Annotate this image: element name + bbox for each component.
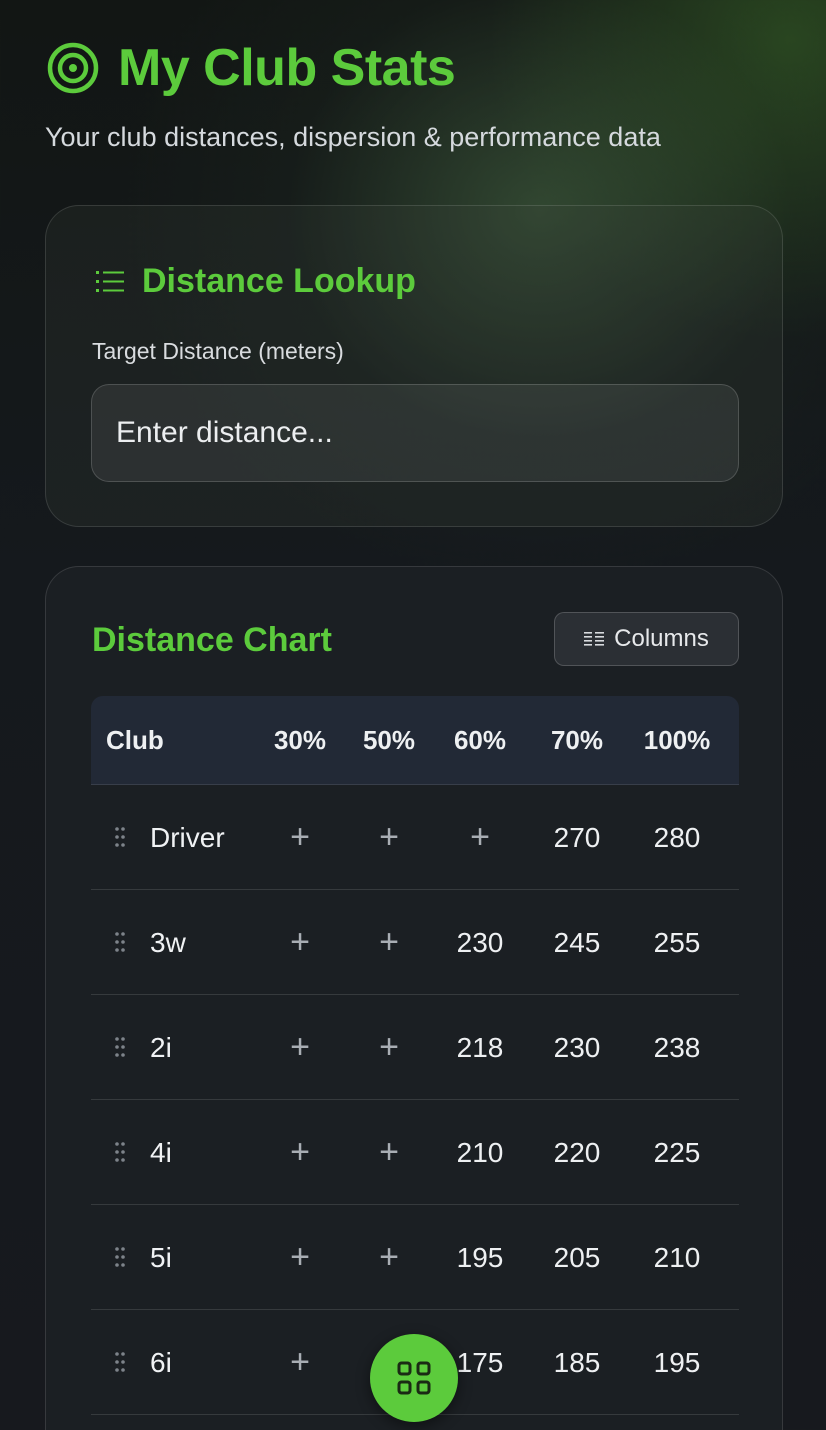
distance-cell-100[interactable]: 280	[631, 785, 723, 890]
columns-button-label: Columns	[614, 625, 709, 652]
drag-handle-icon[interactable]	[115, 931, 125, 953]
distance-cell-60[interactable]: 230	[437, 890, 523, 995]
distance-cell-70[interactable]: 205	[534, 1205, 620, 1310]
add-distance-cell-30[interactable]: +	[259, 785, 341, 890]
add-distance-cell-30[interactable]: +	[259, 995, 341, 1100]
add-distance-cell-50[interactable]: +	[348, 890, 430, 995]
table-row[interactable]: 5i + +195 205 210	[91, 1205, 739, 1310]
club-name: 4i	[150, 1137, 172, 1168]
distance-cell-100[interactable]: 255	[631, 890, 723, 995]
club-name: 5i	[150, 1242, 172, 1273]
column-header-100[interactable]: 100%	[631, 696, 723, 785]
chart-title: Distance Chart	[92, 621, 332, 659]
table-row[interactable]: 2i + +218 230 238	[91, 995, 739, 1100]
table-row[interactable]: 4i + +210 220 225	[91, 1100, 739, 1205]
club-name: Driver	[150, 822, 225, 853]
target-distance-input[interactable]	[91, 384, 739, 482]
add-distance-cell-30[interactable]: +	[259, 1205, 341, 1310]
distance-cell-100[interactable]: 238	[631, 995, 723, 1100]
add-distance-cell-60[interactable]: +	[437, 785, 523, 890]
distance-cell-70[interactable]: 230	[534, 995, 620, 1100]
distance-lookup-card: Distance Lookup Target Distance (meters)	[45, 205, 783, 527]
columns-button[interactable]: Columns	[554, 612, 739, 666]
add-distance-cell-30[interactable]: +	[259, 890, 341, 995]
page-header: My Club Stats	[46, 38, 456, 98]
distance-table: Club 30% 50% 60% 70% 100% Driver + + +270 28…	[91, 696, 739, 1415]
distance-cell-60[interactable]: 210	[437, 1100, 523, 1205]
target-icon	[47, 42, 99, 94]
column-header-30[interactable]: 30%	[259, 696, 341, 785]
club-name: 3w	[150, 927, 186, 958]
distance-cell-100[interactable]: 210	[631, 1205, 723, 1310]
drag-handle-icon[interactable]	[115, 1141, 125, 1163]
distance-cell-70[interactable]: 185	[534, 1310, 620, 1415]
club-name: 2i	[150, 1032, 172, 1063]
drag-handle-icon[interactable]	[115, 1036, 125, 1058]
distance-cell-70[interactable]: 245	[534, 890, 620, 995]
add-distance-cell-50[interactable]: +	[348, 1205, 430, 1310]
column-header-50[interactable]: 50%	[348, 696, 430, 785]
add-distance-cell-50[interactable]: +	[348, 1100, 430, 1205]
column-header-60[interactable]: 60%	[437, 696, 523, 785]
add-distance-cell-50[interactable]: +	[348, 995, 430, 1100]
grid-menu-icon	[397, 1361, 431, 1395]
lookup-title: Distance Lookup	[142, 262, 416, 300]
distance-cell-70[interactable]: 220	[534, 1100, 620, 1205]
grid-menu-button[interactable]	[370, 1334, 458, 1422]
target-distance-label: Target Distance (meters)	[92, 338, 344, 364]
table-header: Club 30% 50% 60% 70% 100%	[91, 696, 739, 785]
drag-handle-icon[interactable]	[115, 1246, 125, 1268]
table-row[interactable]: Driver + + +270 280	[91, 785, 739, 890]
list-icon	[96, 270, 124, 292]
drag-handle-icon[interactable]	[115, 1351, 125, 1373]
distance-chart-card: Distance Chart Columns Club 30% 50% 60% …	[45, 566, 783, 1430]
add-distance-cell-30[interactable]: +	[259, 1310, 341, 1415]
table-body: Driver + + +270 280 3w + +230 245 255 2i + +218 230 23…	[91, 785, 739, 1415]
table-row[interactable]: 3w + +230 245 255	[91, 890, 739, 995]
page-title: My Club Stats	[118, 39, 456, 97]
club-name: 6i	[150, 1347, 172, 1378]
page-subtitle: Your club distances, dispersion & perfor…	[45, 122, 661, 152]
distance-cell-70[interactable]: 270	[534, 785, 620, 890]
column-header-70[interactable]: 70%	[534, 696, 620, 785]
columns-icon	[584, 632, 605, 646]
distance-cell-60[interactable]: 218	[437, 995, 523, 1100]
add-distance-cell-50[interactable]: +	[348, 785, 430, 890]
add-distance-cell-30[interactable]: +	[259, 1100, 341, 1205]
column-header-club[interactable]: Club	[106, 696, 226, 785]
distance-cell-60[interactable]: 195	[437, 1205, 523, 1310]
distance-cell-100[interactable]: 195	[631, 1310, 723, 1415]
drag-handle-icon[interactable]	[115, 826, 125, 848]
distance-cell-100[interactable]: 225	[631, 1100, 723, 1205]
